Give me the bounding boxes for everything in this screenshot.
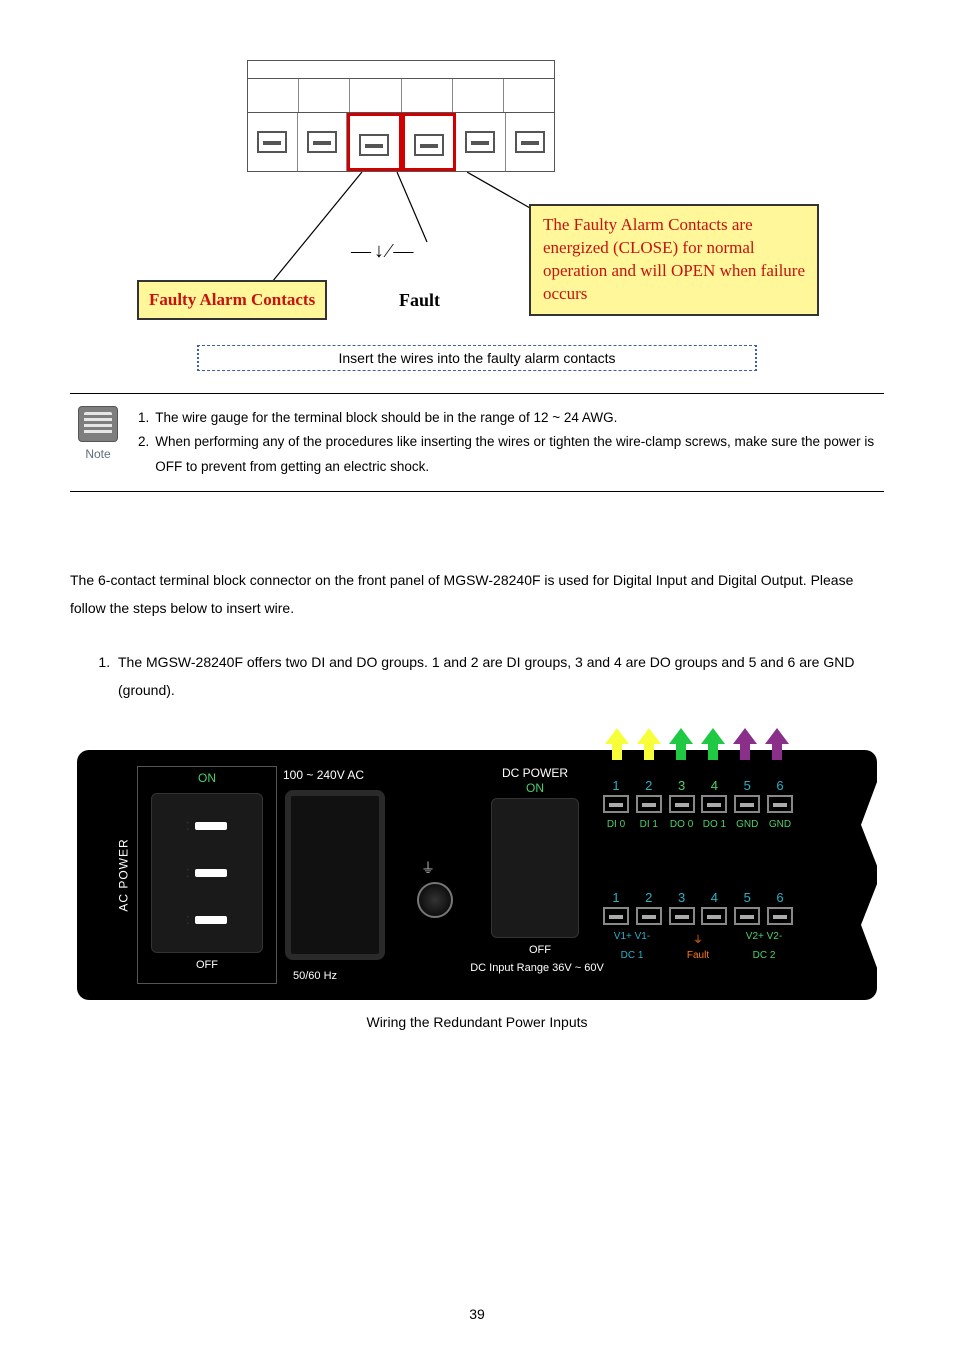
dido-arrows	[597, 728, 797, 764]
note-icon-label: Note	[85, 444, 110, 466]
arrow-icon	[637, 728, 661, 760]
ac-socket	[285, 790, 385, 960]
figure-caption: Wiring the Redundant Power Inputs	[70, 1014, 884, 1030]
fault-contact-highlight	[402, 113, 457, 171]
panel-cutaway	[861, 750, 931, 1000]
dc-terminal-block: 1 2 3 4 5 6 V1+ V1- ⏚ V2+ V2- DC 1 Fault…	[603, 890, 793, 961]
faulty-alarm-figure: —↓⁄— Fault Faulty Alarm Contacts The Fau…	[137, 60, 817, 325]
switch-on-label: ON	[138, 767, 276, 785]
procedure-list: The MGSW-28240F offers two DI and DO gro…	[70, 648, 884, 704]
arrow-icon	[669, 728, 693, 760]
fault-symbol: —↓⁄—	[351, 240, 416, 263]
terminal-block-diagram	[247, 60, 555, 172]
ground-screw	[417, 882, 453, 918]
arrow-icon	[605, 728, 629, 760]
fault-label: Fault	[399, 290, 440, 311]
fault-contact-highlight	[347, 113, 402, 171]
dc-input-range: DC Input Range 36V ~ 60V	[447, 962, 627, 974]
ac-frequency: 50/60 Hz	[293, 970, 337, 982]
note-icon: Note	[70, 406, 126, 479]
note-block: Note 1.The wire gauge for the terminal b…	[70, 393, 884, 492]
device-panel: AC POWER ON OFF 100 ~ 240V AC 50/60 Hz ⏚…	[77, 750, 877, 1000]
callout-line	[267, 172, 437, 292]
note-text: 1.The wire gauge for the terminal block …	[138, 406, 884, 479]
note-item: When performing any of the procedures li…	[155, 430, 884, 479]
dido-labels: DI 0 DI 1 DO 0 DO 1 GND GND	[603, 819, 793, 830]
ac-switch: ON OFF	[137, 766, 277, 984]
dc-switch	[491, 798, 579, 938]
page-number: 39	[0, 1306, 954, 1322]
dc-pin-labels: V1+ V1- ⏚ V2+ V2-	[603, 931, 793, 946]
body-paragraph: The 6-contact terminal block connector o…	[70, 566, 884, 622]
procedure-step: The MGSW-28240F offers two DI and DO gro…	[114, 648, 884, 704]
dido-block: 1 2 3 4 5 6 DI 0 DI 1 DO 0 DO 1 GND GND	[603, 778, 793, 830]
figure-caption: Insert the wires into the faulty alarm c…	[197, 345, 757, 371]
dc-group-labels: DC 1 Fault DC 2	[603, 950, 793, 961]
note-item: The wire gauge for the terminal block sh…	[155, 406, 617, 430]
switch-off-label: OFF	[138, 953, 276, 971]
dc-off-label: OFF	[495, 944, 585, 956]
arrow-icon	[733, 728, 757, 760]
dc-power-label: DC POWER ON	[485, 766, 585, 797]
explanation-box: The Faulty Alarm Contacts are energized …	[529, 204, 819, 316]
faulty-alarm-contacts-box: Faulty Alarm Contacts	[137, 280, 327, 320]
arrow-icon	[765, 728, 789, 760]
arrow-icon	[701, 728, 725, 760]
ac-voltage-range: 100 ~ 240V AC	[283, 768, 364, 782]
ac-power-label: AC POWER	[117, 838, 131, 911]
ground-symbol: ⏚	[421, 858, 435, 878]
device-panel-figure: AC POWER ON OFF 100 ~ 240V AC 50/60 Hz ⏚…	[70, 750, 884, 1030]
